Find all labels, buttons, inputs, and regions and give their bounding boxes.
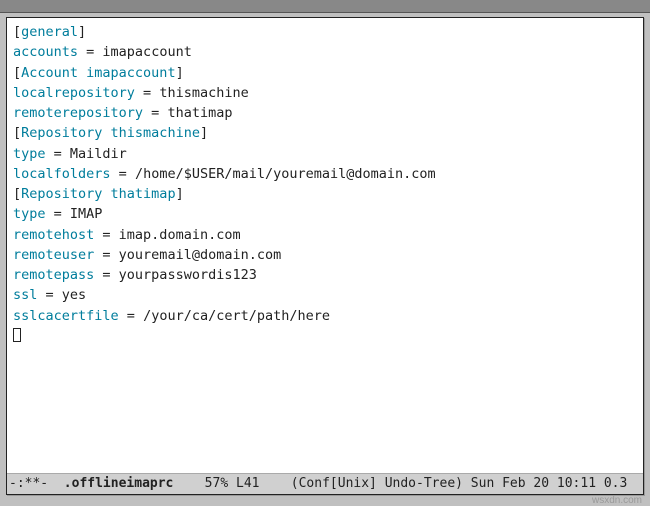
modeline: -:**- .offlineimaprc 57% L41 (Conf[Unix]… [7,473,643,494]
buffer-line: ssl = yes [13,285,637,305]
buffer-line: remotehost = imap.domain.com [13,225,637,245]
buffer-line: remoteuser = youremail@domain.com [13,245,637,265]
buffer-line: [general] [13,22,637,42]
editor-frame: [general]accounts = imapaccount[Account … [6,17,644,495]
buffer-line: type = Maildir [13,144,637,164]
buffer-line: remotepass = yourpasswordis123 [13,265,637,285]
buffer-line: type = IMAP [13,204,637,224]
buffer-line: [Repository thismachine] [13,123,637,143]
window-titlebar [0,0,650,13]
buffer-line: localrepository = thismachine [13,83,637,103]
modeline-position: 57% L41 [173,476,290,491]
editor-buffer[interactable]: [general]accounts = imapaccount[Account … [7,18,643,473]
buffer-line: [Account imapaccount] [13,63,637,83]
modeline-time: Sun Feb 20 10:11 0.3 [471,476,628,491]
buffer-line: remoterepository = thatimap [13,103,637,123]
cursor-line [13,326,637,346]
buffer-line: localfolders = /home/$USER/mail/youremai… [13,164,637,184]
modeline-filename: .offlineimaprc [64,476,174,491]
text-cursor [13,328,21,342]
watermark: wsxdn.com [592,495,642,506]
modeline-status: -:**- [9,476,64,491]
modeline-modes: (Conf[Unix] Undo-Tree) [291,476,471,491]
buffer-line: sslcacertfile = /your/ca/cert/path/here [13,306,637,326]
buffer-line: [Repository thatimap] [13,184,637,204]
buffer-line: accounts = imapaccount [13,42,637,62]
